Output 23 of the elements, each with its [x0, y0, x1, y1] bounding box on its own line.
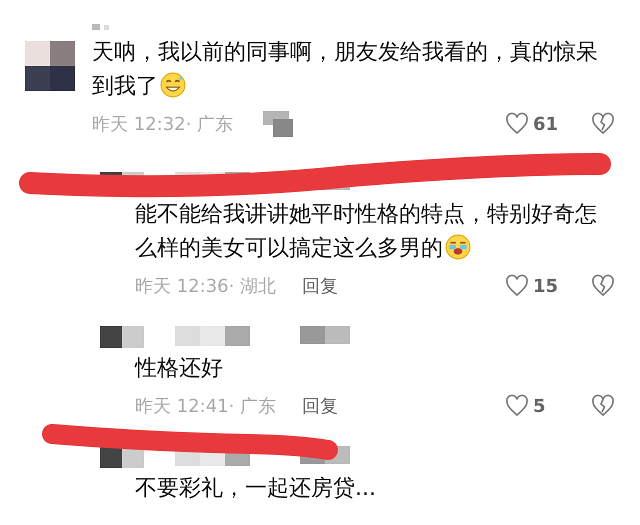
time-location: 昨天 12:32· 广东	[92, 113, 234, 136]
reply-link[interactable]: 回复	[302, 394, 338, 418]
time-location: 昨天 12:36· 湖北	[135, 275, 276, 298]
like-heart-icon[interactable]	[505, 112, 529, 136]
comment-text: 性格还好	[135, 355, 224, 383]
like-heart-icon[interactable]	[505, 394, 529, 418]
like-count: 15	[533, 276, 560, 296]
like-count: 61	[533, 114, 560, 134]
comment-text: 天呐，我以前的同事啊，朋友发给我看的，真的惊呆到我了	[92, 39, 599, 101]
like-heart-icon[interactable]	[505, 274, 529, 298]
like-count: 5	[533, 396, 547, 416]
time-location: 昨天 12:41· 广东	[135, 395, 276, 418]
comment-text: 不要彩礼，一起还房贷...	[135, 475, 377, 503]
broken-heart-icon[interactable]	[591, 112, 615, 136]
emoji-icon	[445, 234, 471, 260]
comment-text: 能不能给我讲讲她平时性格的特点，特别好奇怎么样的美女可以搞定这么多男的	[135, 201, 598, 263]
blur-patch	[263, 111, 294, 137]
emoji-icon	[160, 72, 186, 98]
blurred-avatar	[25, 41, 75, 91]
reply-link[interactable]: 回复	[302, 274, 338, 298]
broken-heart-icon[interactable]	[591, 274, 615, 298]
blurred-username	[92, 24, 109, 30]
broken-heart-icon[interactable]	[591, 394, 615, 418]
